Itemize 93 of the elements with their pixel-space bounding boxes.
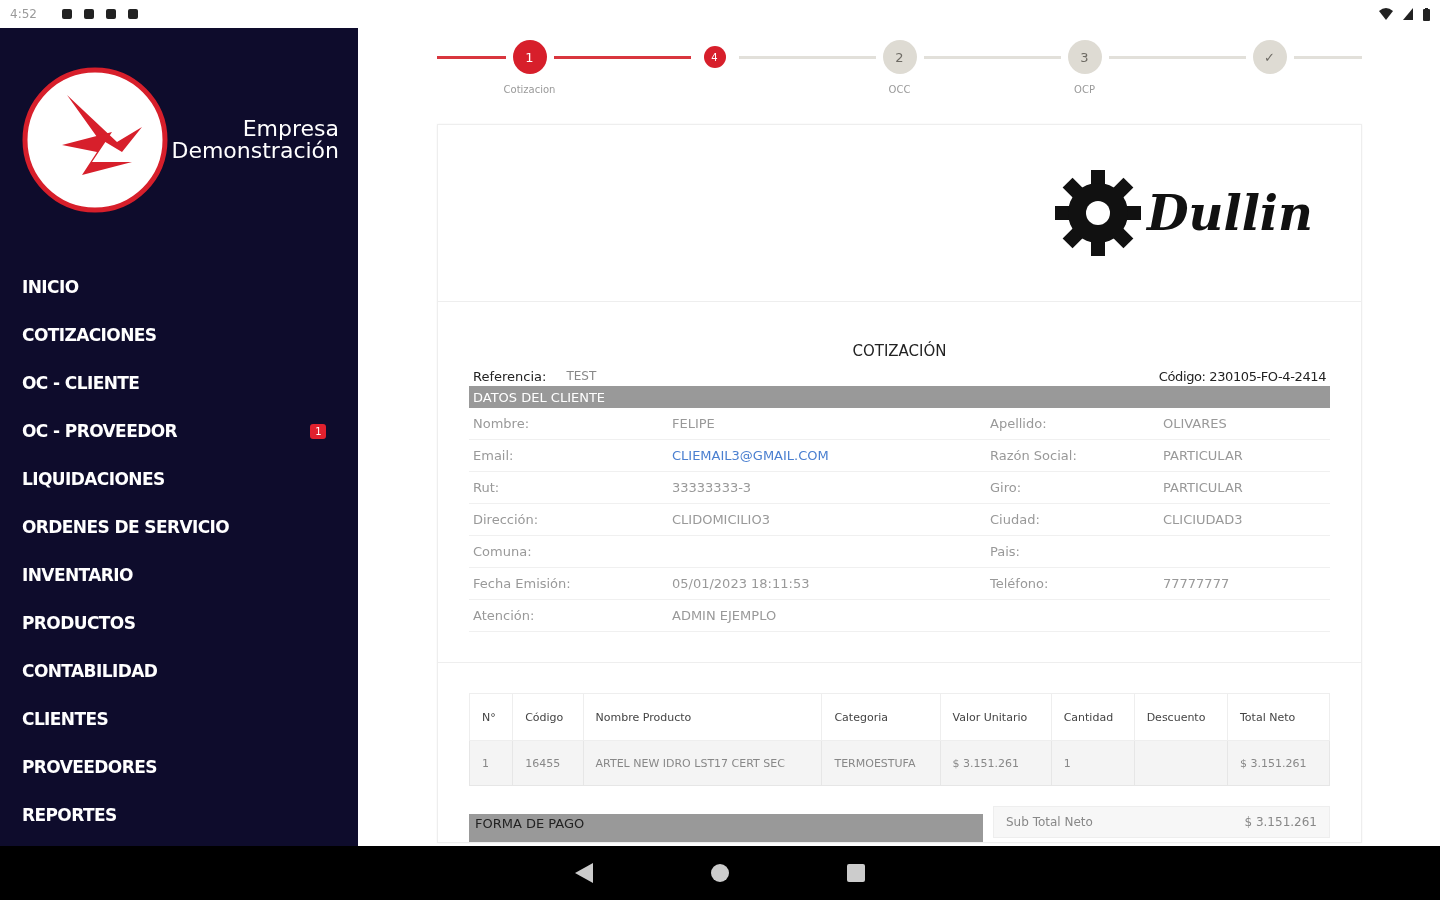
back-icon[interactable] bbox=[575, 863, 593, 883]
menu-item[interactable]: PROVEEDORES bbox=[0, 743, 358, 791]
email-link[interactable]: CLIEMAIL3@GMAIL.COM bbox=[672, 448, 990, 463]
field-label: Fecha Emisión: bbox=[473, 576, 572, 591]
field-label: Nombre: bbox=[473, 416, 531, 431]
menu-label: OC - PROVEEDOR bbox=[22, 421, 177, 441]
field-value: PARTICULAR bbox=[1163, 480, 1244, 495]
home-icon[interactable] bbox=[711, 864, 729, 882]
menu-label: ORDENES DE SERVICIO bbox=[22, 517, 230, 537]
table-cell: 1 bbox=[1051, 740, 1135, 786]
table-cell: $ 3.151.261 bbox=[940, 740, 1052, 786]
field-label: Ciudad: bbox=[990, 512, 1041, 527]
notification-icon bbox=[82, 8, 95, 20]
reference-label: Referencia: bbox=[473, 368, 547, 384]
menu-item[interactable]: COTIZACIONES bbox=[0, 311, 358, 359]
menu-label: PROVEEDORES bbox=[22, 757, 157, 777]
field-value: OLIVARES bbox=[1163, 416, 1228, 431]
field-value: FELIPE bbox=[672, 416, 716, 431]
table-cell: ARTEL NEW IDRO LST17 CERT SEC bbox=[583, 740, 822, 786]
field-value: ADMIN EJEMPLO bbox=[672, 608, 778, 623]
menu-label: CONTABILIDAD bbox=[22, 661, 158, 681]
column-header: Valor Unitario bbox=[940, 693, 1052, 741]
menu-label: INICIO bbox=[22, 277, 79, 297]
step-marker[interactable]: 4 bbox=[703, 46, 726, 68]
table-cell: 1 bbox=[469, 740, 513, 786]
table-cell: $ 3.151.261 bbox=[1227, 740, 1330, 786]
column-header: Descuento bbox=[1134, 693, 1228, 741]
section-header: FORMA DE PAGO bbox=[469, 814, 983, 842]
notification-icon bbox=[104, 8, 117, 20]
field-value: 05/01/2023 18:11:53 bbox=[672, 576, 811, 591]
step-label: OCC bbox=[888, 84, 911, 95]
table-cell: 16455 bbox=[512, 740, 584, 786]
battery-icon bbox=[1423, 7, 1430, 21]
document-title: COTIZACIÓN bbox=[851, 342, 948, 360]
notification-icon bbox=[126, 8, 139, 20]
section-header: DATOS DEL CLIENTE bbox=[469, 386, 1330, 408]
column-header: Nombre Producto bbox=[583, 693, 822, 741]
field-value: 33333333-3 bbox=[672, 480, 753, 495]
field-value: 77777777 bbox=[1163, 576, 1231, 591]
field-value: CLIDOMICILIO3 bbox=[672, 512, 771, 527]
field-label: Atención: bbox=[473, 608, 536, 623]
menu-item[interactable]: INVENTARIO bbox=[0, 551, 358, 599]
field-label: Apellido: bbox=[990, 416, 1048, 431]
field-label: Comuna: bbox=[473, 544, 533, 559]
step-label: Cotizacion bbox=[503, 84, 556, 95]
menu-label: OC - CLIENTE bbox=[22, 373, 140, 393]
field-label: Razón Social: bbox=[990, 448, 1078, 463]
menu-item[interactable]: CLIENTES bbox=[0, 695, 358, 743]
reference-value: TEST bbox=[566, 368, 597, 384]
field-label: Teléfono: bbox=[990, 576, 1050, 591]
menu-label: REPORTES bbox=[22, 805, 117, 825]
field-label: Pais: bbox=[990, 544, 1021, 559]
step-marker[interactable]: 1 bbox=[512, 40, 547, 74]
menu-label: CLIENTES bbox=[22, 709, 109, 729]
count-badge: 1 bbox=[310, 423, 326, 439]
step-marker[interactable]: ✓ bbox=[1252, 40, 1287, 74]
column-header: Categoria bbox=[821, 693, 941, 741]
step-label: OCP bbox=[1074, 84, 1095, 95]
menu-item[interactable]: REPORTES bbox=[0, 791, 358, 839]
total-value: $ 3.151.261 bbox=[1244, 815, 1317, 829]
total-label: Sub Total Neto bbox=[1006, 815, 1093, 829]
column-header: Código bbox=[512, 693, 584, 741]
signal-icon bbox=[1403, 8, 1413, 20]
menu-label: LIQUIDACIONES bbox=[22, 469, 165, 489]
menu-item[interactable]: PRODUCTOS bbox=[0, 599, 358, 647]
menu-label: INVENTARIO bbox=[22, 565, 133, 585]
menu-item[interactable]: OC - CLIENTE bbox=[0, 359, 358, 407]
menu-item[interactable]: OC - PROVEEDOR 1 bbox=[0, 407, 358, 455]
menu-item[interactable]: INICIO bbox=[0, 263, 358, 311]
menu-label: COTIZACIONES bbox=[22, 325, 157, 345]
brand-logo-text: Dullin bbox=[1146, 185, 1313, 241]
table-cell: TERMOESTUFA bbox=[821, 740, 941, 786]
field-label: Dirección: bbox=[473, 512, 540, 527]
field-value: PARTICULAR bbox=[1163, 448, 1244, 463]
notification-icon bbox=[60, 8, 73, 20]
company-name: Empresa Demonstración bbox=[170, 118, 339, 162]
field-value: CLICIUDAD3 bbox=[1163, 512, 1244, 527]
column-header: Cantidad bbox=[1051, 693, 1135, 741]
menu-item[interactable]: LIQUIDACIONES bbox=[0, 455, 358, 503]
gear-icon bbox=[1054, 168, 1141, 258]
step-marker[interactable]: 3 bbox=[1067, 40, 1102, 74]
menu-item[interactable]: CONTABILIDAD bbox=[0, 647, 358, 695]
field-label: Email: bbox=[473, 448, 515, 463]
document-code: Código: 230105-FO-4-2414 bbox=[1158, 368, 1326, 384]
column-header: Total Neto bbox=[1227, 693, 1330, 741]
step-marker[interactable]: 2 bbox=[882, 40, 917, 74]
menu-item[interactable]: ORDENES DE SERVICIO bbox=[0, 503, 358, 551]
status-time: 4:52 bbox=[10, 7, 37, 21]
menu-label: PRODUCTOS bbox=[22, 613, 136, 633]
wifi-icon bbox=[1379, 8, 1393, 20]
field-label: Rut: bbox=[473, 480, 501, 495]
column-header: N° bbox=[469, 693, 513, 741]
field-label: Giro: bbox=[990, 480, 1023, 495]
